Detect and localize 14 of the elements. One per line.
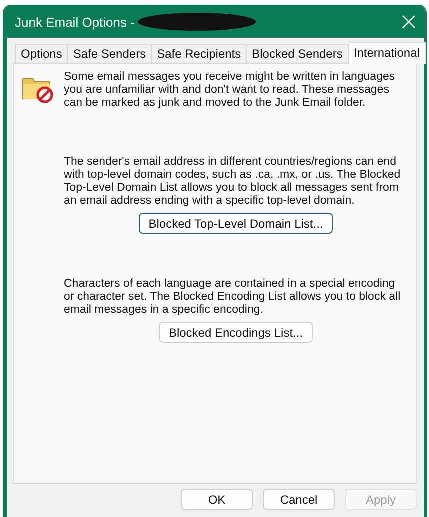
window-title: Junk Email Options - — [15, 14, 135, 30]
tab[interactable]: Blocked Senders — [247, 44, 349, 63]
dialog-button[interactable]: Cancel — [263, 489, 335, 510]
list-button[interactable]: Blocked Top-Level Domain List... — [138, 213, 334, 234]
description-text: Characters of each language are contained in a special encoding or character set. The Blocked Encoding List allows you to block all email messages in a specific encoding. — [64, 278, 402, 317]
tab[interactable]: Safe Senders — [68, 44, 152, 63]
list-button[interactable]: Blocked Encodings List... — [158, 322, 314, 343]
description-text: The sender's email address in different countries/regions can end with top-level domain codes, such as .ca, .mx, or .us. The Blocked Top-Level Domain List allows you to block all messages sent from an email address ending with a specific top-level domain. — [64, 156, 402, 208]
close-icon[interactable] — [402, 15, 416, 29]
tab[interactable]: Options — [15, 44, 68, 63]
dialog-button[interactable]: OK — [181, 489, 253, 510]
intro-text: Some email messages you receive might be written in languages you are unfamiliar with and don't want to read. These messages can be marked as junk and moved to the Junk Email folder. — [64, 71, 396, 110]
tab[interactable]: International — [348, 42, 426, 64]
tab[interactable]: Safe Recipients — [152, 44, 248, 63]
